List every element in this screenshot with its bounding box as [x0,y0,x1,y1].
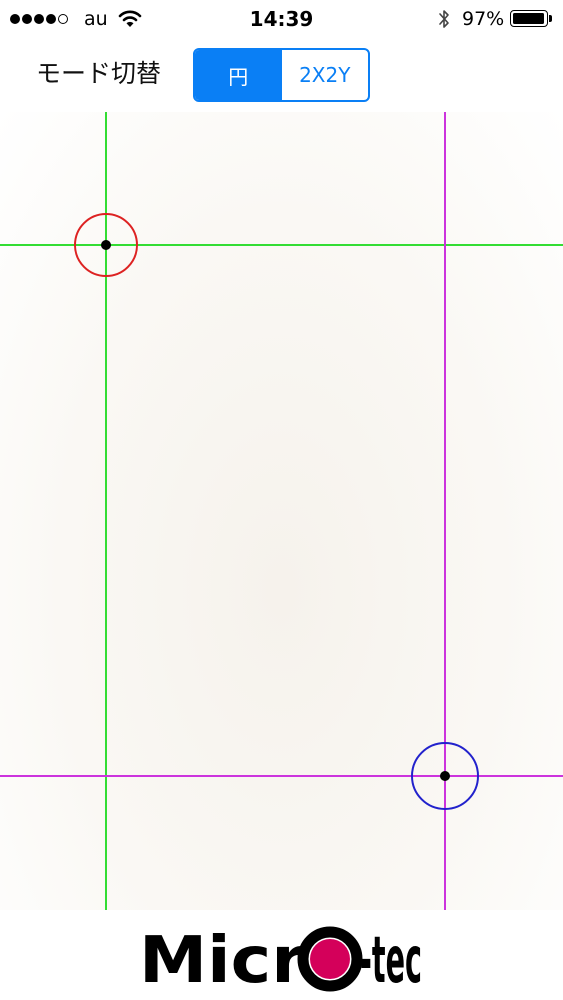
battery-icon [510,10,548,27]
battery-tip [549,15,552,22]
status-bar: au 14:39 97% [0,0,563,40]
bluetooth-icon [439,10,449,28]
drawing-canvas[interactable] [0,112,563,910]
brand-logo: Micr -tec [0,910,563,1000]
mode-segmented-control[interactable]: 円 2X2Y [193,48,370,102]
crosshair-1-center-dot[interactable] [101,240,111,250]
logo-text-left: Micr [139,924,305,998]
logo-o-dot [310,939,350,979]
app-screen: au 14:39 97% モード切替 円 2X2Y Micr -tec [0,0,563,1000]
mode-switch-label: モード切替 [36,59,162,88]
segment-2x2y[interactable]: 2X2Y [282,50,369,100]
logo-text-right: -tec [360,924,422,998]
battery-percentage: 97% [462,8,505,30]
segment-circle[interactable]: 円 [195,50,282,100]
crosshair-2-center-dot[interactable] [440,771,450,781]
battery-level-fill [513,13,545,24]
crosshair-layer [0,112,563,910]
